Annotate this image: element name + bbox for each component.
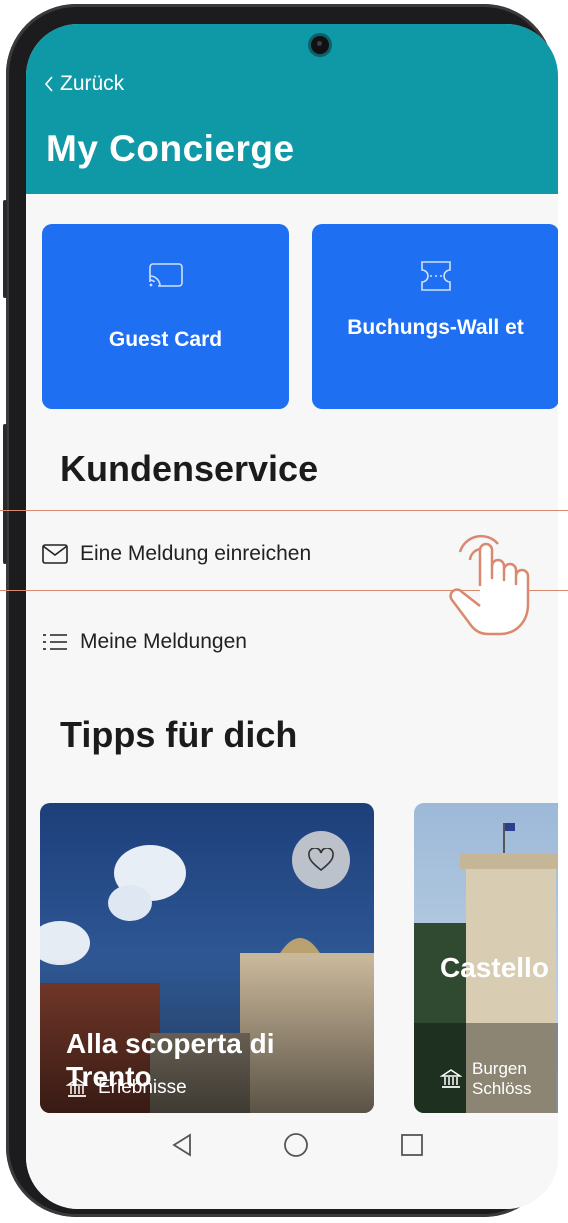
back-nav-icon[interactable] [168,1131,196,1159]
power-button [3,424,7,564]
home-nav-icon[interactable] [282,1131,310,1159]
heart-icon [308,848,334,872]
list-icon [43,634,67,650]
back-label: Zurück [60,72,125,95]
submit-report-label: Eine Meldung einreichen [80,542,312,565]
back-button[interactable]: Zurück [44,72,124,96]
museum-icon [440,1069,462,1088]
highlight-line-top [0,510,568,511]
guest-card-label: Guest Card [108,328,223,351]
my-reports-label: Meine Meldungen [80,630,247,653]
chevron-left-icon [44,76,53,92]
museum-icon [66,1078,88,1097]
booking-wallet-label: Buchungs-Wall et [347,316,524,339]
section-heading-customer-service: Kundenservice [60,448,319,489]
volume-button [3,200,7,298]
booking-wallet-button[interactable]: Buchungs-Wall et [312,224,558,409]
favorite-button[interactable] [292,831,350,889]
page-title: My Concierge [46,128,295,169]
cast-card-icon [147,263,183,288]
my-reports-item[interactable]: Meine Meldungen [42,630,247,654]
section-heading-tips: Tipps für dich [60,714,298,755]
tip-card[interactable]: Alla scoperta di Trento Erlebnisse [40,803,374,1113]
front-camera [311,36,329,54]
submit-report-item[interactable]: Eine Meldung einreichen [42,542,311,566]
tip-card-category-label: Erlebnisse [98,1077,187,1098]
tap-hand-icon [449,534,530,636]
guest-card-button[interactable]: Guest Card [42,224,289,409]
tip-card-title: Castello Buoncon - Schloss [440,952,558,983]
recents-nav-icon[interactable] [398,1131,426,1159]
tip-card-category-label: Burgen Schlöss [472,1059,532,1098]
tip-card-category: Burgen Schlöss [440,1059,552,1099]
tip-card-category: Erlebnisse [66,1077,187,1099]
ticket-icon [420,261,451,291]
app-header: Zurück My Concierge [26,24,558,194]
mail-icon [42,544,68,564]
system-nav-bar [26,1113,558,1209]
tip-card[interactable]: Castello Buoncon - Schloss Burgen Schlös… [414,803,558,1113]
